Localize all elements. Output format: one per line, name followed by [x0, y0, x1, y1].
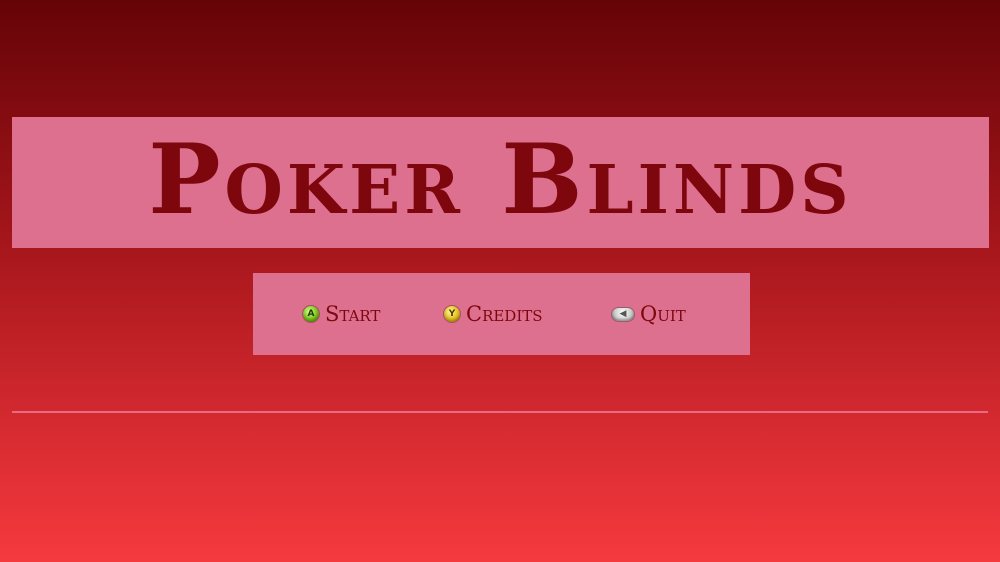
- back-button-icon: ◀: [612, 307, 634, 321]
- title-banner: Poker Blinds: [12, 117, 989, 248]
- start-menu-item[interactable]: A Start: [303, 302, 380, 326]
- credits-menu-item[interactable]: Y Credits: [444, 302, 543, 326]
- credits-label: Credits: [466, 301, 543, 326]
- y-button-icon: Y: [444, 306, 460, 322]
- quit-label: Quit: [640, 301, 686, 326]
- game-title: Poker Blinds: [148, 122, 853, 236]
- quit-menu-item[interactable]: ◀ Quit: [612, 302, 686, 326]
- start-label: Start: [325, 301, 381, 326]
- main-menu: A Start Y Credits ◀ Quit: [253, 273, 750, 355]
- a-button-icon: A: [303, 306, 319, 322]
- divider-line: [12, 411, 988, 413]
